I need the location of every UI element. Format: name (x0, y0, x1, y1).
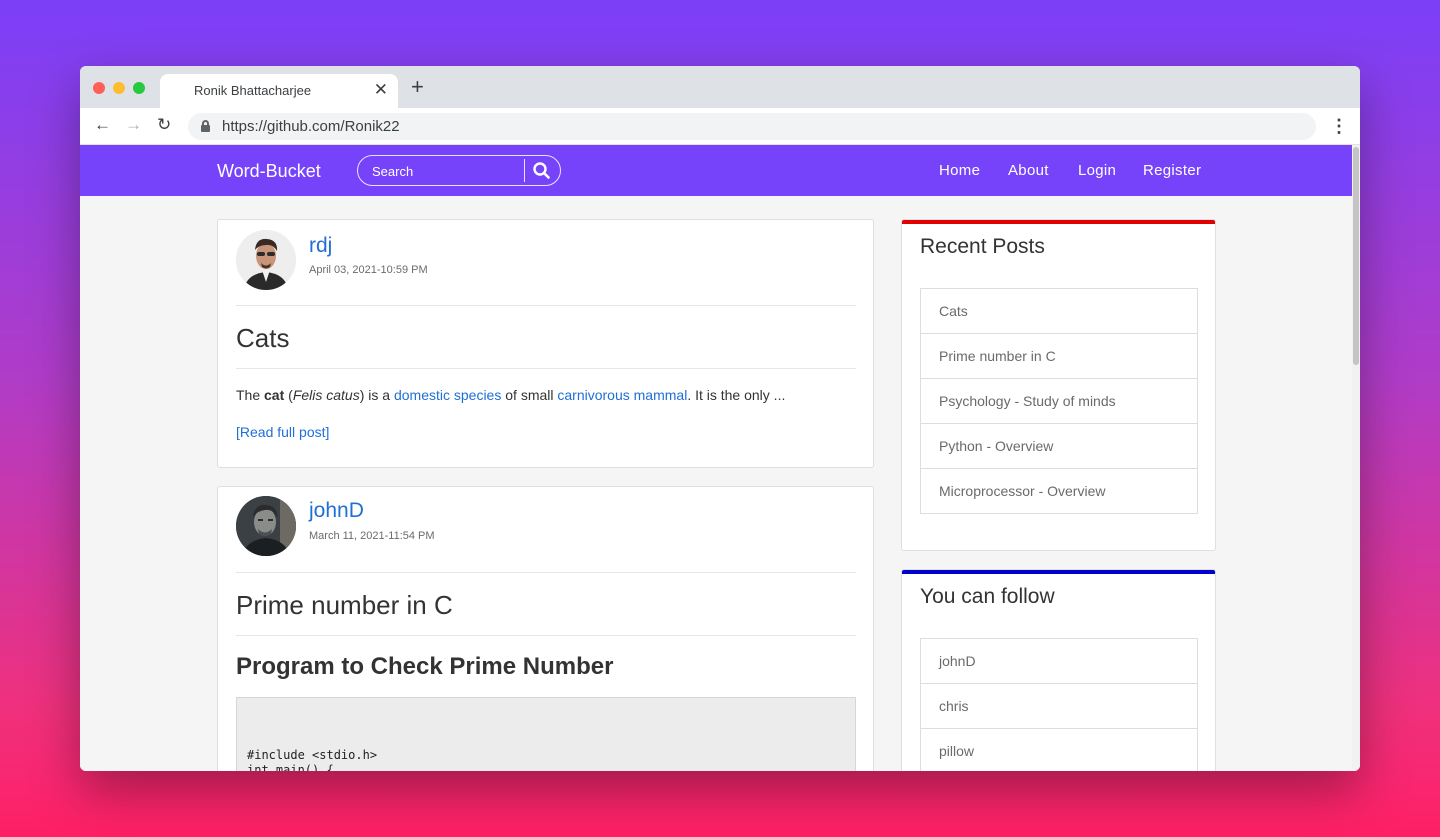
recent-post-item[interactable]: Prime number in C (920, 333, 1198, 379)
post-title[interactable]: Prime number in C (236, 590, 453, 621)
divider (236, 305, 856, 306)
maximize-window-button[interactable] (133, 82, 145, 94)
recent-post-item[interactable]: Cats (920, 288, 1198, 334)
scrollbar-thumb[interactable] (1353, 147, 1359, 365)
brand-logo[interactable]: Word-Bucket (217, 161, 321, 182)
excerpt-italic: Felis catus (292, 387, 360, 403)
page-scrollbar[interactable] (1352, 145, 1360, 771)
read-full-post-link[interactable]: [Read full post] (236, 424, 329, 440)
recent-posts-list: Cats Prime number in C Psychology - Stud… (920, 288, 1198, 514)
widget-accent-bar (902, 570, 1215, 574)
recent-post-item[interactable]: Microprocessor - Overview (920, 468, 1198, 514)
excerpt-text: of small (501, 387, 558, 403)
post-excerpt: The cat (Felis catus) is a domestic spec… (236, 387, 785, 403)
post-card: rdj April 03, 2021-10:59 PM Cats The cat… (217, 219, 874, 468)
minimize-window-button[interactable] (113, 82, 125, 94)
browser-toolbar: ← → ↻ https://github.com/Ronik22 ⋮ (80, 108, 1360, 145)
post-date: March 11, 2021-11:54 PM (309, 530, 435, 542)
divider (236, 572, 856, 573)
post-date: April 03, 2021-10:59 PM (309, 264, 428, 276)
post-title[interactable]: Cats (236, 323, 289, 354)
close-window-button[interactable] (93, 82, 105, 94)
lock-icon (201, 120, 210, 132)
excerpt-link[interactable]: carnivorous mammal (557, 387, 687, 403)
excerpt-link[interactable]: domestic species (394, 387, 501, 403)
recent-post-item[interactable]: Psychology - Study of minds (920, 378, 1198, 424)
new-tab-button[interactable]: + (411, 76, 424, 98)
follow-widget: You can follow johnD chris pillow (901, 569, 1216, 771)
code-text: #include <stdio.h> int main() { (247, 748, 378, 771)
browser-menu-icon[interactable]: ⋮ (1330, 114, 1348, 138)
avatar[interactable] (236, 496, 296, 556)
excerpt-text: . It is the only ... (687, 387, 786, 403)
back-arrow-icon[interactable]: ← (94, 116, 111, 134)
search-button[interactable] (532, 161, 552, 181)
post-author-link[interactable]: johnD (309, 499, 364, 523)
browser-tab[interactable]: Ronik Bhattacharjee ✕ (160, 74, 398, 108)
page-viewport: Word-Bucket Home About Login Register (80, 145, 1360, 771)
post-subheading: Program to Check Prime Number (236, 653, 614, 680)
post-author-link[interactable]: rdj (309, 234, 332, 258)
widget-accent-bar (902, 220, 1215, 224)
browser-window: Ronik Bhattacharjee ✕ + ← → ↻ https://gi… (80, 66, 1360, 771)
search-icon (533, 162, 550, 179)
avatar[interactable] (236, 230, 296, 290)
nav-login-link[interactable]: Login (1078, 162, 1116, 179)
follow-list: johnD chris pillow (920, 638, 1198, 771)
reload-icon[interactable]: ↻ (157, 116, 171, 134)
nav-register-link[interactable]: Register (1143, 162, 1201, 179)
nav-home-link[interactable]: Home (939, 162, 980, 179)
search-form (357, 155, 561, 186)
excerpt-bold: cat (264, 387, 285, 403)
excerpt-text: The (236, 387, 265, 403)
follow-user-item[interactable]: chris (920, 683, 1198, 729)
follow-user-item[interactable]: pillow (920, 728, 1198, 771)
search-input[interactable] (372, 162, 520, 180)
follow-user-item[interactable]: johnD (920, 638, 1198, 684)
site-navbar: Word-Bucket Home About Login Register (80, 145, 1352, 196)
widget-title: You can follow (920, 585, 1055, 608)
code-block: #include <stdio.h> int main() { (236, 697, 856, 771)
recent-post-item[interactable]: Python - Overview (920, 423, 1198, 469)
nav-about-link[interactable]: About (1008, 162, 1049, 179)
address-bar[interactable]: https://github.com/Ronik22 (188, 113, 1316, 140)
excerpt-text: ) is a (359, 387, 394, 403)
forward-arrow-icon[interactable]: → (125, 116, 142, 134)
divider (236, 368, 856, 369)
search-divider (524, 159, 525, 182)
divider (236, 635, 856, 636)
tab-title: Ronik Bhattacharjee (194, 83, 312, 98)
post-card: johnD March 11, 2021-11:54 PM Prime numb… (217, 486, 874, 771)
url-text[interactable]: https://github.com/Ronik22 (222, 118, 400, 135)
close-tab-icon[interactable]: ✕ (374, 80, 388, 100)
widget-title: Recent Posts (920, 235, 1045, 258)
excerpt-text: ( (284, 387, 293, 403)
recent-posts-widget: Recent Posts Cats Prime number in C Psyc… (901, 219, 1216, 551)
tab-strip: Ronik Bhattacharjee ✕ + (80, 66, 1360, 108)
